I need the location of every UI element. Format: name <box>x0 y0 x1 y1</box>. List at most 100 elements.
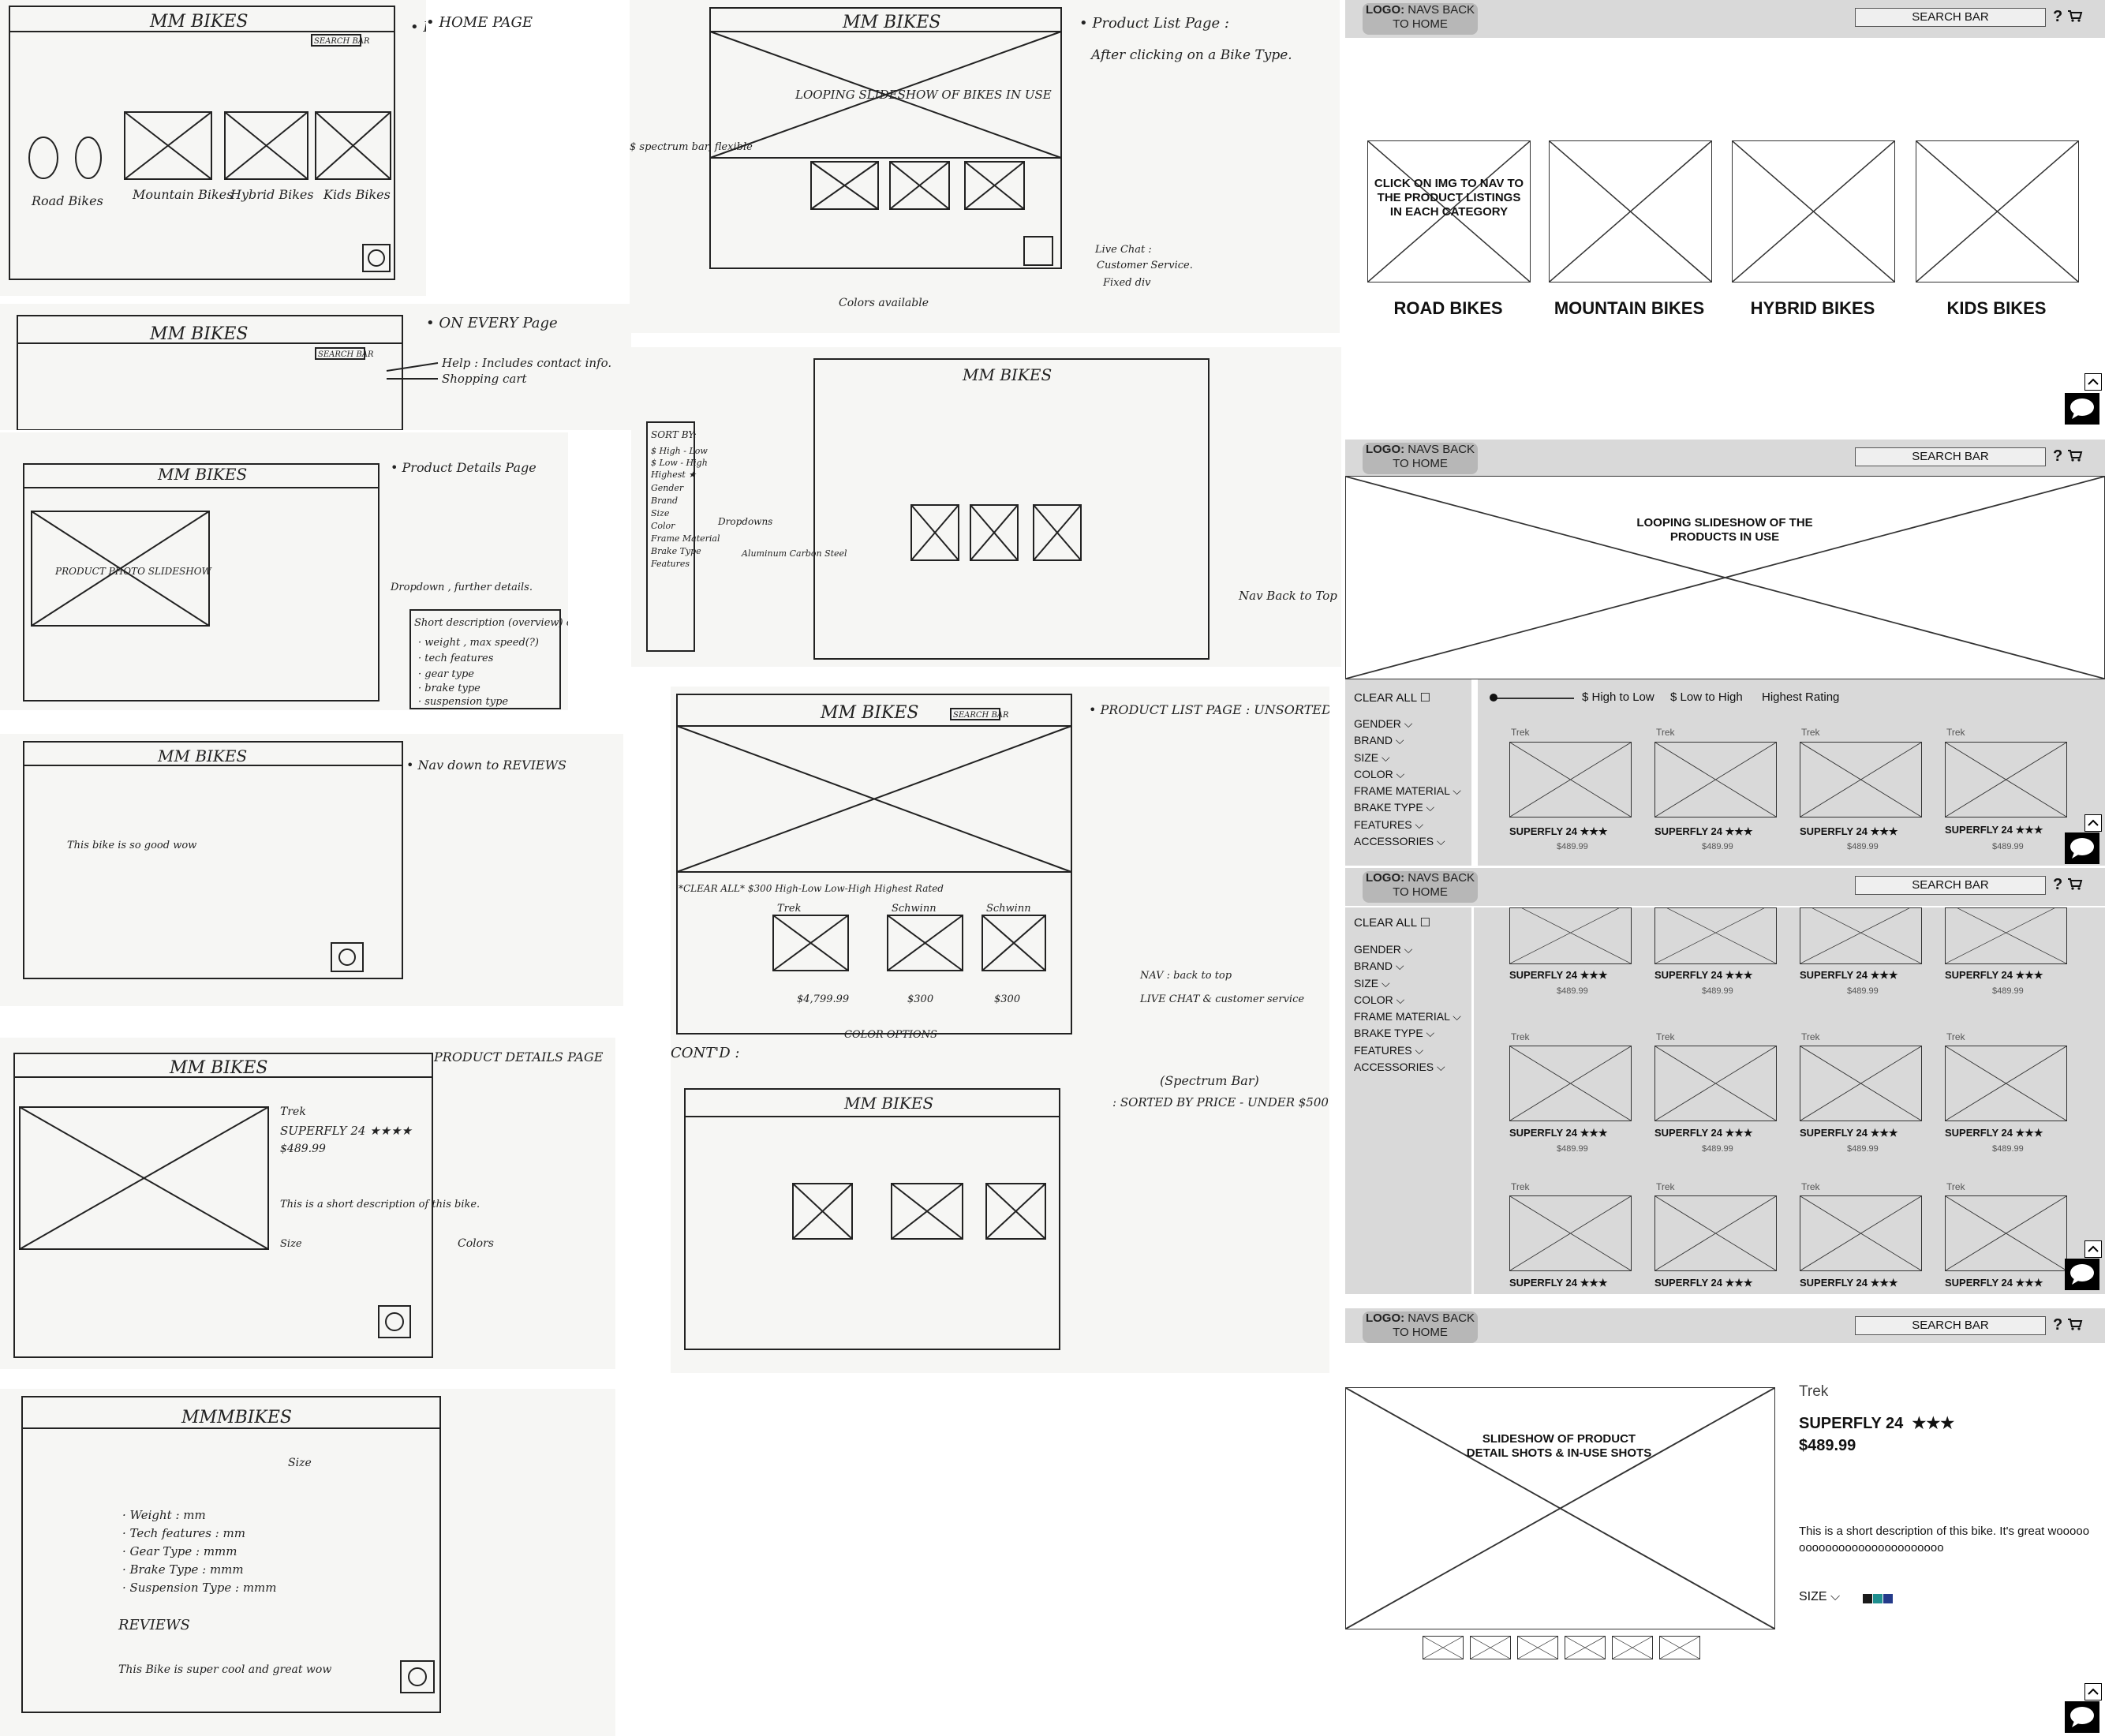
product-name[interactable]: SUPERFLY 24 ★★★ <box>1654 969 1753 982</box>
svg-text:· tech features: · tech features <box>418 653 494 664</box>
price-slider-handle[interactable] <box>1490 694 1497 702</box>
color-swatch-teal[interactable] <box>1873 1594 1883 1603</box>
product-name[interactable]: SUPERFLY 24 ★★★ <box>1654 825 1753 838</box>
search-input[interactable]: SEARCH BAR <box>1855 1316 2046 1335</box>
thumbnail[interactable] <box>1659 1636 1700 1659</box>
category-label-road[interactable]: ROAD BIKES <box>1367 298 1529 319</box>
logo-button[interactable]: LOGO: NAVS BACK TO HOME <box>1363 443 1478 474</box>
category-label-kids[interactable]: KIDS BIKES <box>1916 298 2077 319</box>
product-image[interactable] <box>1509 1195 1632 1271</box>
product-name[interactable]: SUPERFLY 24 ★★★ <box>1945 824 2043 836</box>
filter-brake-type[interactable]: BRAKE TYPE ⌵ <box>1354 1025 1461 1042</box>
filter-gender[interactable]: GENDER ⌵ <box>1354 716 1461 732</box>
filter-accessories[interactable]: ACCESSORIES ⌵ <box>1354 1059 1461 1076</box>
search-input[interactable]: SEARCH BAR <box>1855 8 2046 27</box>
clear-all-button[interactable]: CLEAR ALL ☐ <box>1354 915 1430 930</box>
cart-icon[interactable] <box>2067 877 2083 890</box>
category-label-mountain[interactable]: MOUNTAIN BIKES <box>1542 298 1716 319</box>
product-image[interactable] <box>1654 907 1777 964</box>
product-image[interactable] <box>1800 1046 1922 1121</box>
product-name[interactable]: SUPERFLY 24 ★★★ <box>1800 1127 1898 1139</box>
category-image-road[interactable]: CLICK ON IMG TO NAV TO THE PRODUCT LISTI… <box>1367 140 1531 282</box>
help-icon[interactable]: ? <box>2053 1316 2062 1334</box>
product-image[interactable] <box>1945 1195 2067 1271</box>
help-icon[interactable]: ? <box>2053 447 2062 466</box>
product-image[interactable] <box>1509 907 1632 964</box>
cart-icon[interactable] <box>2067 1318 2083 1330</box>
thumbnail[interactable] <box>1470 1636 1511 1659</box>
price-spectrum-slider[interactable] <box>1491 698 1574 699</box>
product-name[interactable]: SUPERFLY 24 ★★★ <box>1945 969 2043 982</box>
filter-brand[interactable]: BRAND ⌵ <box>1354 732 1461 749</box>
chat-icon[interactable] <box>2065 393 2099 425</box>
logo-button[interactable]: LOGO: NAVS BACK TO HOME <box>1363 871 1478 903</box>
category-image-hybrid[interactable] <box>1732 140 1895 282</box>
thumbnail[interactable] <box>1423 1636 1464 1659</box>
filter-gender[interactable]: GENDER ⌵ <box>1354 941 1461 958</box>
category-image-mountain[interactable] <box>1549 140 1712 282</box>
product-name[interactable]: SUPERFLY 24 ★★★ <box>1509 1277 1608 1289</box>
help-icon[interactable]: ? <box>2053 8 2062 26</box>
product-name[interactable]: SUPERFLY 24 ★★★ <box>1800 825 1898 838</box>
sort-highest-rating[interactable]: Highest Rating <box>1762 690 1839 704</box>
sort-high-low[interactable]: $ High to Low <box>1582 690 1654 704</box>
filter-frame-material[interactable]: FRAME MATERIAL ⌵ <box>1354 783 1461 799</box>
back-to-top-icon[interactable] <box>2084 1683 2102 1700</box>
filter-color[interactable]: COLOR ⌵ <box>1354 992 1461 1008</box>
category-label-hybrid[interactable]: HYBRID BIKES <box>1732 298 1894 319</box>
filter-size[interactable]: SIZE ⌵ <box>1354 975 1461 992</box>
filter-brake-type[interactable]: BRAKE TYPE ⌵ <box>1354 799 1461 816</box>
sort-low-high[interactable]: $ Low to High <box>1670 690 1743 704</box>
product-name[interactable]: SUPERFLY 24 ★★★ <box>1509 969 1608 982</box>
filter-frame-material[interactable]: FRAME MATERIAL ⌵ <box>1354 1008 1461 1025</box>
thumbnail[interactable] <box>1517 1636 1558 1659</box>
chat-icon[interactable] <box>2065 832 2099 864</box>
product-name[interactable]: SUPERFLY 24 ★★★ <box>1654 1277 1753 1289</box>
product-name[interactable]: SUPERFLY 24 ★★★ <box>1800 969 1898 982</box>
cart-icon[interactable] <box>2067 449 2083 462</box>
chat-icon[interactable] <box>2065 1701 2099 1733</box>
search-input[interactable]: SEARCH BAR <box>1855 876 2046 895</box>
chat-icon[interactable] <box>2065 1259 2099 1290</box>
product-name[interactable]: SUPERFLY 24 ★★★ <box>1654 1127 1753 1139</box>
product-name[interactable]: SUPERFLY 24 ★★★ <box>1509 1127 1608 1139</box>
back-to-top-icon[interactable] <box>2084 1240 2102 1258</box>
thumbnail[interactable] <box>1612 1636 1653 1659</box>
filter-size[interactable]: SIZE ⌵ <box>1354 750 1461 766</box>
product-image[interactable] <box>1945 742 2067 817</box>
back-to-top-icon[interactable] <box>2084 814 2102 832</box>
filter-accessories[interactable]: ACCESSORIES ⌵ <box>1354 833 1461 850</box>
product-name[interactable]: SUPERFLY 24 ★★★ <box>1945 1127 2043 1139</box>
product-image[interactable] <box>1945 1046 2067 1121</box>
category-image-kids[interactable] <box>1916 140 2079 282</box>
back-to-top-icon[interactable] <box>2084 373 2102 391</box>
search-input[interactable]: SEARCH BAR <box>1855 447 2046 466</box>
product-name[interactable]: SUPERFLY 24 ★★★ <box>1800 1277 1898 1289</box>
product-image[interactable] <box>1509 1046 1632 1121</box>
product-name[interactable]: SUPERFLY 24 ★★★ <box>1945 1277 2043 1289</box>
product-image[interactable] <box>1800 907 1922 964</box>
filter-brand[interactable]: BRAND ⌵ <box>1354 958 1461 975</box>
product-image[interactable] <box>1654 1046 1777 1121</box>
logo-button[interactable]: LOGO: NAVS BACK TO HOME <box>1363 3 1478 35</box>
filter-color[interactable]: COLOR ⌵ <box>1354 766 1461 783</box>
detail-slideshow[interactable]: SLIDESHOW OF PRODUCT DETAIL SHOTS & IN-U… <box>1345 1387 1775 1629</box>
product-image[interactable] <box>1654 742 1777 817</box>
filter-features[interactable]: FEATURES ⌵ <box>1354 1042 1461 1059</box>
product-image[interactable] <box>1509 742 1632 817</box>
color-swatch-navy[interactable] <box>1883 1594 1893 1603</box>
slideshow-placeholder[interactable]: LOOPING SLIDESHOW OF THE PRODUCTS IN USE <box>1345 476 2105 679</box>
clear-all-button[interactable]: CLEAR ALL ☐ <box>1354 690 1430 705</box>
color-swatch-black[interactable] <box>1863 1594 1872 1603</box>
product-name[interactable]: SUPERFLY 24 ★★★ <box>1509 825 1608 838</box>
product-image[interactable] <box>1800 742 1922 817</box>
filter-features[interactable]: FEATURES ⌵ <box>1354 817 1461 833</box>
thumbnail[interactable] <box>1565 1636 1606 1659</box>
product-image[interactable] <box>1800 1195 1922 1271</box>
help-icon[interactable]: ? <box>2053 876 2062 894</box>
logo-button[interactable]: LOGO: NAVS BACK TO HOME <box>1363 1311 1478 1343</box>
cart-icon[interactable] <box>2067 9 2083 22</box>
product-image[interactable] <box>1654 1195 1777 1271</box>
product-image[interactable] <box>1945 907 2067 964</box>
size-dropdown[interactable]: SIZE ⌵ <box>1799 1590 1840 1604</box>
